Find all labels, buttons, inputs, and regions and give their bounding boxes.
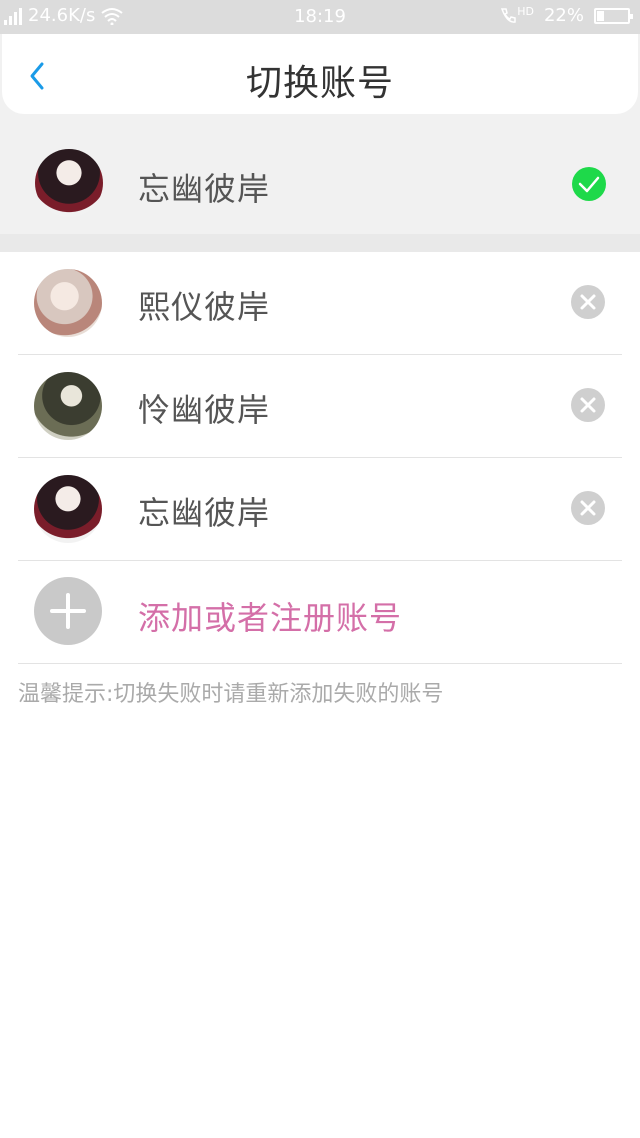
hd-call-icon: HD bbox=[499, 5, 534, 25]
plus-icon bbox=[34, 577, 102, 645]
account-name: 熙仪彼岸 bbox=[138, 288, 271, 326]
list-item[interactable]: 怜幽彼岸 bbox=[18, 355, 622, 458]
add-account-label: 添加或者注册账号 bbox=[138, 599, 403, 637]
account-name: 怜幽彼岸 bbox=[138, 391, 271, 429]
status-bar: 24.6K/s 18:19 HD 22% bbox=[0, 0, 640, 34]
remove-icon[interactable] bbox=[570, 387, 606, 423]
battery-percent: 22% bbox=[543, 5, 584, 26]
check-icon bbox=[572, 167, 606, 201]
avatar bbox=[35, 149, 103, 217]
avatar bbox=[34, 269, 102, 337]
add-account-button[interactable]: 添加或者注册账号 bbox=[18, 561, 622, 664]
account-name: 忘幽彼岸 bbox=[138, 494, 271, 532]
battery-icon bbox=[594, 7, 633, 24]
hd-label: HD bbox=[517, 5, 534, 18]
section-divider bbox=[0, 234, 640, 252]
current-account-name: 忘幽彼岸 bbox=[138, 170, 271, 208]
hint-text: 温馨提示:切换失败时请重新添加失败的账号 bbox=[18, 682, 444, 707]
account-list: 熙仪彼岸 怜幽彼岸 忘幽彼岸 添加或者注册账号 bbox=[0, 252, 640, 664]
list-item[interactable]: 忘幽彼岸 bbox=[18, 458, 622, 561]
page-title: 切换账号 bbox=[245, 63, 394, 104]
remove-icon[interactable] bbox=[570, 490, 606, 526]
current-account-row[interactable]: 忘幽彼岸 bbox=[0, 130, 640, 234]
avatar bbox=[34, 475, 102, 543]
remove-icon[interactable] bbox=[570, 284, 606, 320]
avatar bbox=[34, 372, 102, 440]
app-header: 切换账号 bbox=[2, 34, 638, 114]
list-item[interactable]: 熙仪彼岸 bbox=[18, 252, 622, 355]
